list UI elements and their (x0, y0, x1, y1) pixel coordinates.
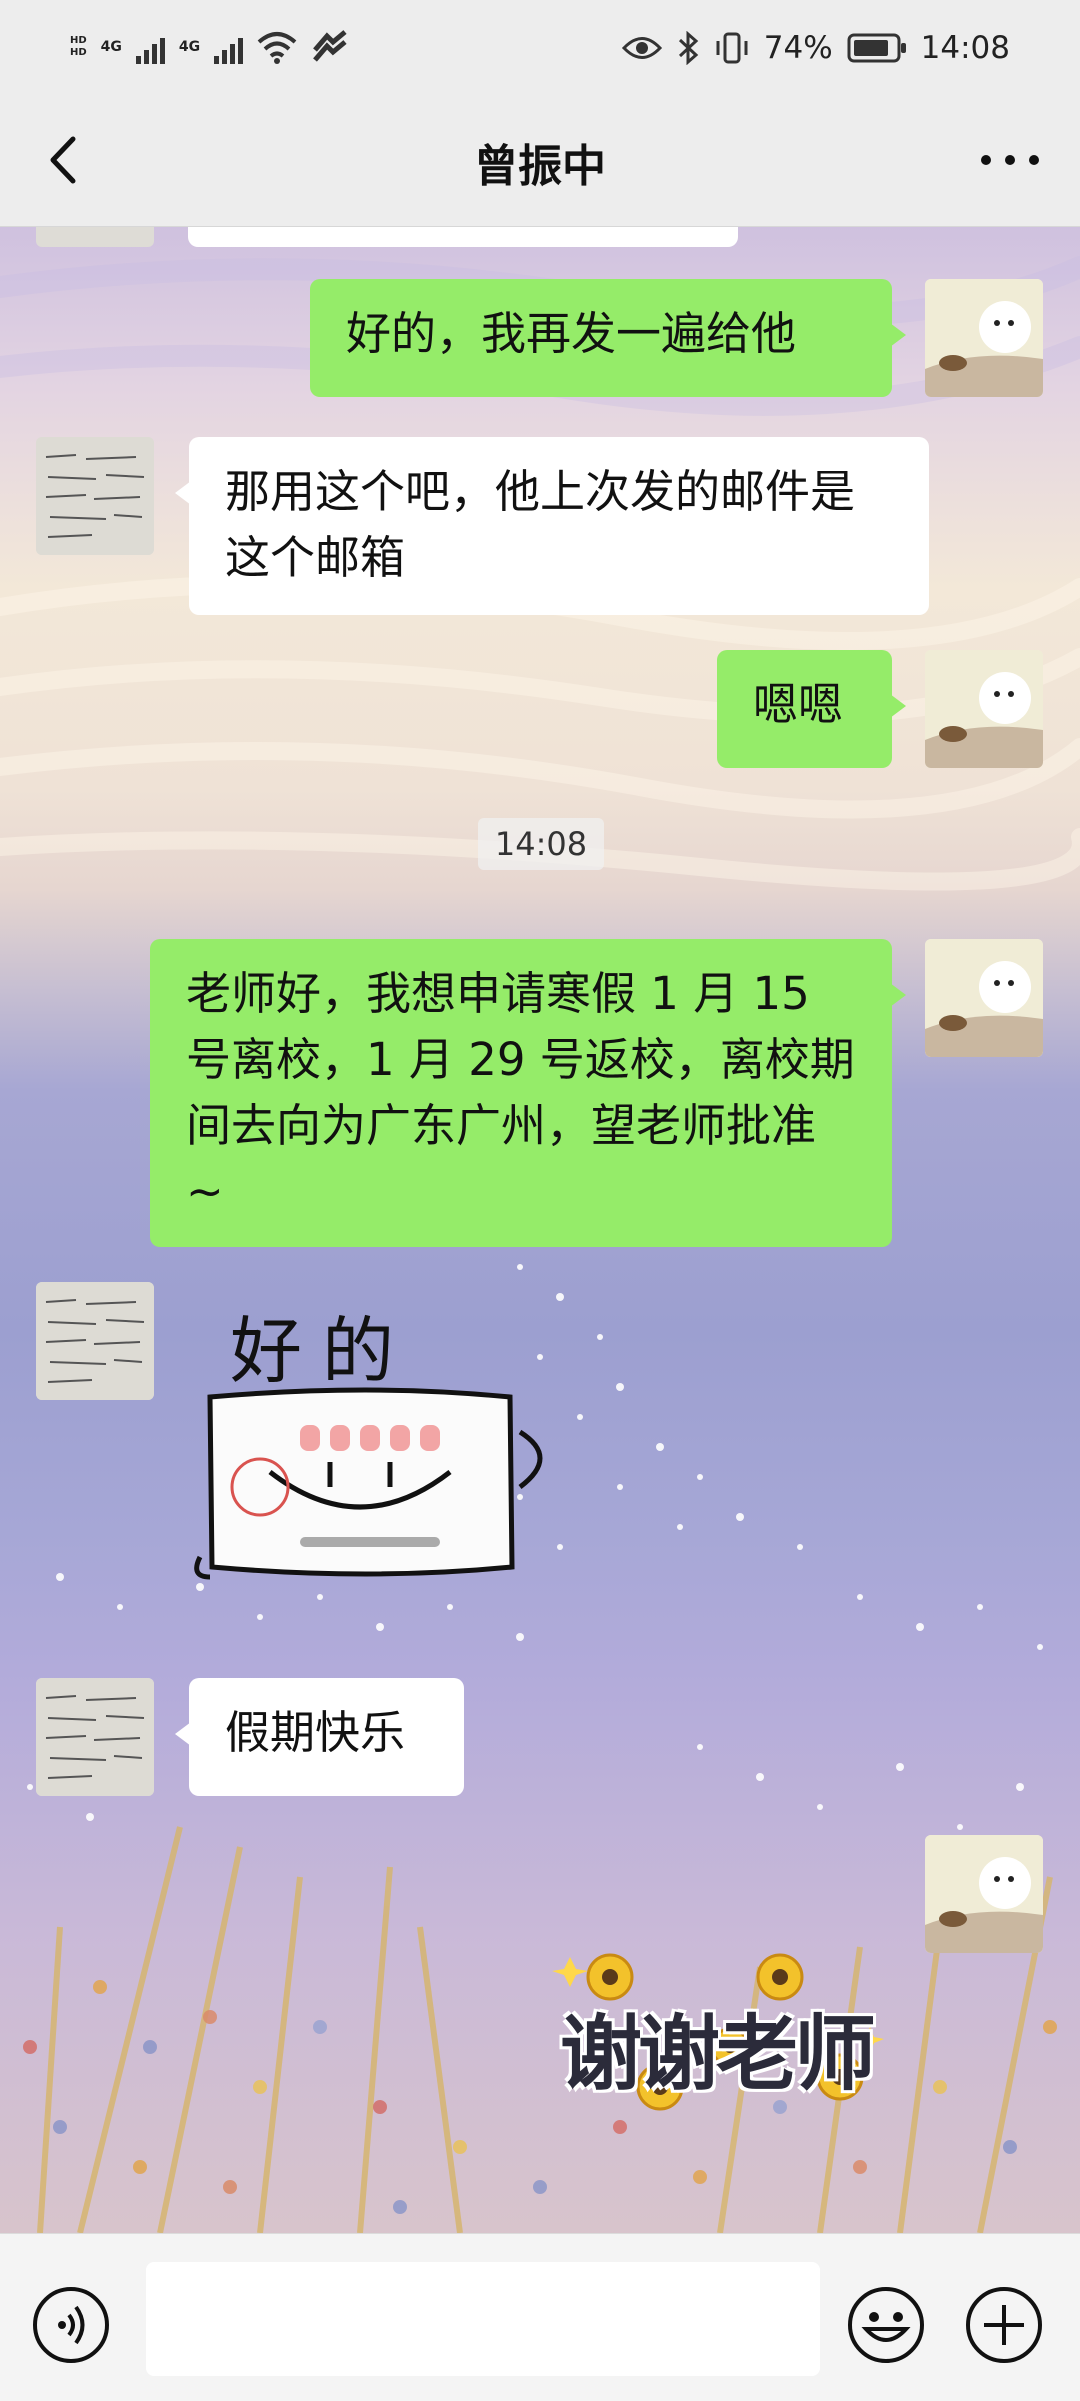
message-bubble-sent[interactable]: 老师好，我想申请寒假 1 月 15 号离校，1 月 29 号返校，离校期间去向为… (150, 939, 906, 1247)
hd-badge: HD HD (70, 35, 87, 58)
voice-icon[interactable] (31, 2285, 111, 2365)
my-avatar[interactable] (925, 279, 1043, 397)
wifi-icon (257, 32, 297, 64)
more-options-icon[interactable] (970, 125, 1050, 195)
my-avatar[interactable] (925, 939, 1043, 1057)
message-bubble-sent[interactable]: 好的，我再发一遍给他 (310, 279, 906, 397)
status-left: HD HD 4G 4G (70, 30, 349, 64)
emoji-icon[interactable] (846, 2285, 926, 2365)
sticker-caption: 谢谢老师 (560, 2007, 876, 2102)
signal-icon (135, 30, 165, 64)
contact-avatar[interactable] (36, 437, 154, 555)
chat-header: 曾振中 (0, 100, 1080, 227)
message-list[interactable]: 好的，我再发一遍给他 那用这个吧，他上次发的邮件是这个邮箱 嗯嗯 14:08 老… (0, 227, 1080, 2233)
vibrate-icon (716, 32, 748, 64)
chat-title: 曾振中 (474, 141, 606, 192)
signal-icon-2 (214, 30, 244, 64)
sticker-message[interactable]: 谢谢老师 (550, 1917, 890, 2137)
message-bubble-sent[interactable]: 嗯嗯 (717, 650, 906, 768)
bluetooth-icon (678, 31, 698, 65)
message-timestamp: 14:08 (478, 818, 604, 870)
plus-icon[interactable] (964, 2285, 1044, 2365)
battery-percent: 74% (763, 30, 833, 66)
input-bar (0, 2233, 1080, 2401)
eye-icon (621, 37, 662, 59)
my-avatar[interactable] (925, 650, 1043, 768)
contact-avatar[interactable] (36, 1282, 154, 1400)
status-right: 74% 14:08 (621, 30, 1010, 66)
clock: 14:08 (920, 30, 1010, 66)
contact-avatar[interactable] (36, 1678, 154, 1796)
network-type-2: 4G (178, 39, 201, 55)
message-input[interactable] (146, 2262, 820, 2376)
message-bubble-received[interactable]: 假期快乐 (175, 1678, 464, 1796)
sticker-pillow-image (194, 1387, 543, 1580)
my-avatar[interactable] (925, 1835, 1043, 1953)
network-type-1: 4G (100, 39, 122, 55)
hotspot-icon (313, 30, 347, 62)
status-bar: HD HD 4G 4G 74% 14:08 (0, 0, 1080, 100)
sticker-message[interactable]: 好的 (190, 1292, 550, 1592)
message-bubble-received[interactable]: 那用这个吧，他上次发的邮件是这个邮箱 (175, 437, 929, 615)
battery-icon (847, 33, 906, 63)
